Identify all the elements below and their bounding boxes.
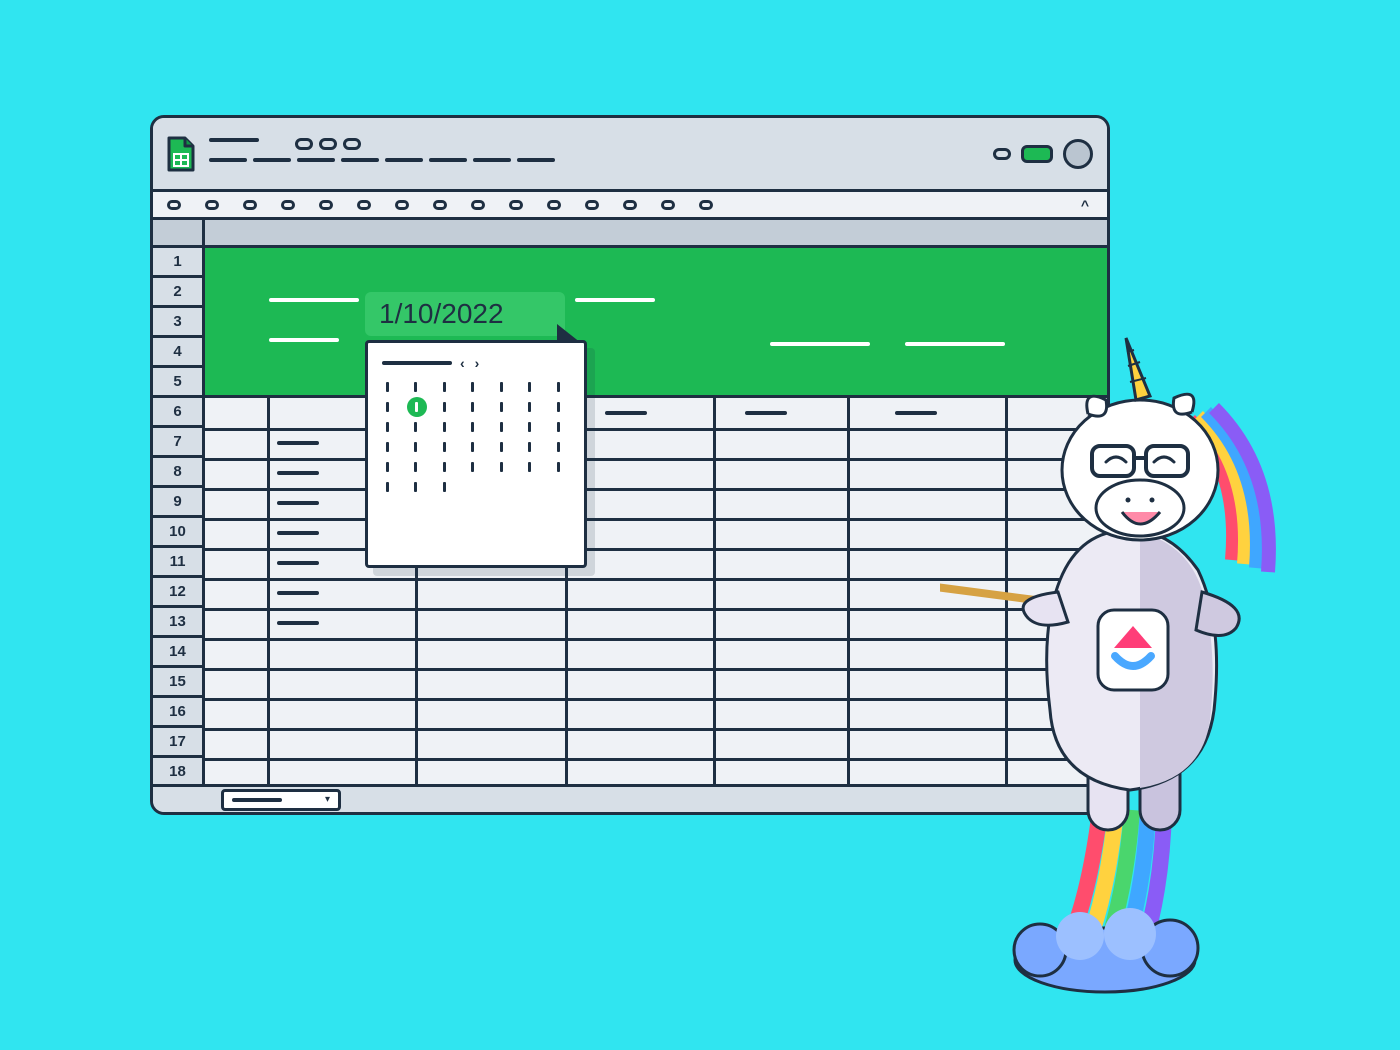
date-picker-day[interactable] [439,401,449,413]
date-picker-day[interactable] [439,481,449,493]
date-picker-day[interactable] [553,441,563,453]
toolbar-button[interactable] [585,200,599,210]
toolbar-button[interactable] [547,200,561,210]
toolbar-button[interactable] [205,200,219,210]
toolbar-button[interactable] [167,200,181,210]
date-picker-day[interactable] [496,461,506,473]
date-picker-day[interactable] [468,421,478,433]
date-picker-day[interactable] [382,421,392,433]
toolbar-button[interactable] [319,200,333,210]
date-value: 1/10/2022 [379,298,504,330]
date-picker-day[interactable] [439,461,449,473]
date-picker-day[interactable] [468,461,478,473]
date-picker-day[interactable] [496,421,506,433]
share-button[interactable] [1021,145,1053,163]
window-control-icon[interactable] [993,148,1011,160]
horn-icon [1126,338,1150,400]
date-picker-day[interactable] [525,461,535,473]
toolbar-button[interactable] [471,200,485,210]
date-picker-day[interactable] [525,401,535,413]
date-picker-grid [382,381,570,493]
document-title-placeholder[interactable] [209,138,555,170]
toolbar-button[interactable] [243,200,257,210]
date-input-cell[interactable]: 1/10/2022 [365,292,565,336]
toolbar-button[interactable] [433,200,447,210]
titlebar [153,118,1107,192]
toolbar-button[interactable] [395,200,409,210]
date-picker-day[interactable] [411,441,421,453]
clickup-unicorn-mascot [940,330,1300,1010]
date-picker-day[interactable] [407,397,427,417]
date-picker-day[interactable] [553,401,563,413]
date-picker-day[interactable] [496,441,506,453]
row-header[interactable]: 3 [153,308,202,338]
date-picker-day[interactable] [468,441,478,453]
toolbar-button[interactable] [661,200,675,210]
unicorn-body [1023,530,1239,830]
clickup-logo-panel [1098,610,1168,690]
date-picker-day[interactable] [411,381,421,393]
date-picker-day[interactable] [411,461,421,473]
select-all-corner[interactable] [153,220,202,248]
toolbar-button[interactable] [623,200,637,210]
date-picker-day[interactable] [382,381,392,393]
row-header[interactable]: 14 [153,638,202,668]
row-header[interactable]: 4 [153,338,202,368]
account-avatar[interactable] [1063,139,1093,169]
row-header[interactable]: 16 [153,698,202,728]
date-picker-day[interactable] [439,421,449,433]
date-picker-day[interactable] [468,401,478,413]
column-header-row[interactable] [205,220,1107,248]
row-header[interactable]: 6 [153,398,202,428]
row-header[interactable]: 2 [153,278,202,308]
date-picker-day[interactable] [525,381,535,393]
row-header[interactable]: 5 [153,368,202,398]
row-header[interactable]: 8 [153,458,202,488]
row-header[interactable]: 9 [153,488,202,518]
date-picker-day[interactable] [382,441,392,453]
toolbar-button[interactable] [281,200,295,210]
google-sheets-icon [167,136,195,172]
date-picker-day[interactable] [411,421,421,433]
date-picker-day[interactable] [553,381,563,393]
date-picker-prev-icon[interactable]: ‹ [460,355,467,371]
row-header[interactable]: 7 [153,428,202,458]
sheet-tab-label [232,798,282,802]
date-picker-next-icon[interactable]: › [475,355,482,371]
sheet-tab-menu-icon[interactable]: ▾ [325,794,330,805]
date-picker-day[interactable] [553,461,563,473]
date-picker-day[interactable] [496,381,506,393]
collapse-toolbar-icon[interactable]: ^ [1081,197,1089,213]
toolbar: ^ [153,192,1107,220]
date-picker-day[interactable] [382,401,392,413]
toolbar-button[interactable] [509,200,523,210]
sheet-tab[interactable]: ▾ [221,789,341,811]
row-header[interactable]: 10 [153,518,202,548]
date-picker-day[interactable] [468,381,478,393]
row-header-gutter: 1 2 3 4 5 6 7 8 9 10 11 12 13 14 15 16 1… [153,220,205,784]
row-header[interactable]: 11 [153,548,202,578]
date-picker-popover[interactable]: ‹ › [365,340,587,568]
unicorn-head [1062,338,1218,540]
date-picker-day[interactable] [525,441,535,453]
date-picker-day[interactable] [439,381,449,393]
cloud-icon [1014,908,1198,992]
date-picker-day[interactable] [439,441,449,453]
date-picker-day[interactable] [411,481,421,493]
date-picker-day[interactable] [382,461,392,473]
date-picker-day[interactable] [496,401,506,413]
toolbar-button[interactable] [357,200,371,210]
row-header[interactable]: 17 [153,728,202,758]
pointer-stick-icon [940,560,1035,600]
row-header[interactable]: 1 [153,248,202,278]
row-header[interactable]: 13 [153,608,202,638]
toolbar-button[interactable] [699,200,713,210]
row-header[interactable]: 12 [153,578,202,608]
date-picker-month-label [382,361,452,365]
date-picker-day[interactable] [553,421,563,433]
row-header[interactable]: 15 [153,668,202,698]
date-picker-day[interactable] [525,421,535,433]
date-picker-day[interactable] [382,481,392,493]
